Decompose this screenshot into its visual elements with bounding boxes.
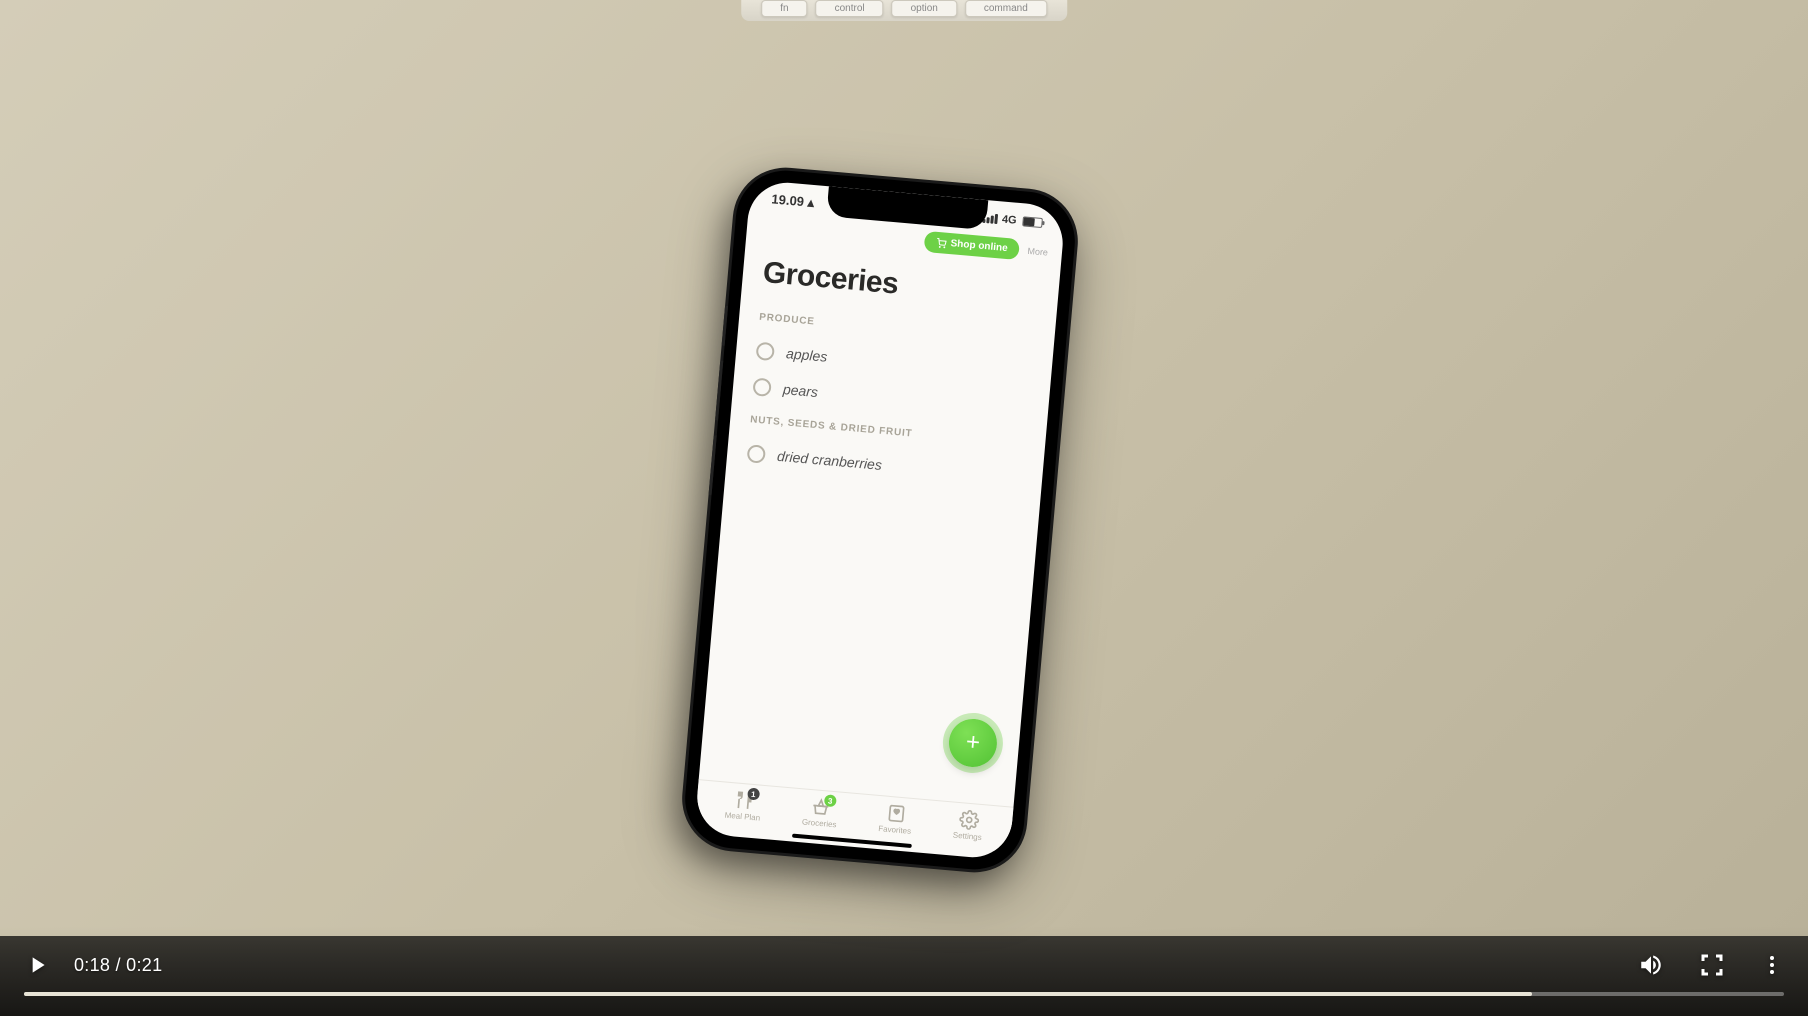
battery-icon (1022, 216, 1043, 228)
badge: 3 (824, 794, 837, 807)
key-control: control (816, 0, 884, 17)
phone-device: 19.09 ▴ 4G Shop online (681, 166, 1079, 873)
volume-icon[interactable] (1638, 952, 1664, 978)
cart-icon (936, 237, 947, 248)
more-icon[interactable] (1760, 953, 1784, 977)
tab-groceries[interactable]: 3 Groceries (802, 795, 839, 829)
utensils-icon: 1 (732, 789, 756, 811)
key-fn: fn (761, 0, 807, 17)
checkbox-icon[interactable] (756, 342, 776, 362)
video-controls: 0:18 / 0:21 (0, 926, 1808, 1016)
heart-icon (884, 803, 908, 825)
phone-side-buttons (722, 306, 728, 346)
video-frame: fn control option command 19.09 ▴ 4G (0, 0, 1808, 1016)
tab-label: Meal Plan (724, 811, 760, 823)
controls-left: 0:18 / 0:21 (24, 952, 162, 978)
shop-online-button[interactable]: Shop online (924, 231, 1021, 260)
key-option: option (892, 0, 957, 17)
gear-icon (957, 809, 981, 831)
tab-meal-plan[interactable]: 1 Meal Plan (724, 789, 762, 823)
tab-label: Settings (952, 831, 982, 842)
progress-bar[interactable] (24, 992, 1784, 996)
item-label: pears (782, 381, 818, 400)
play-icon[interactable] (24, 952, 50, 978)
controls-right (1638, 952, 1784, 978)
checkbox-icon[interactable] (747, 444, 767, 464)
shop-label: Shop online (950, 238, 1008, 254)
checkbox-icon[interactable] (752, 377, 772, 397)
basket-icon: 3 (809, 796, 833, 818)
network-label: 4G (1001, 214, 1017, 227)
item-label: dried cranberries (777, 448, 883, 473)
key-command: command (965, 0, 1047, 17)
tab-favorites[interactable]: Favorites (878, 802, 913, 836)
badge: 1 (747, 788, 760, 801)
keyboard-edge: fn control option command (741, 0, 1067, 21)
progress-fill (24, 992, 1532, 996)
add-button[interactable]: + (947, 717, 999, 769)
time-display: 0:18 / 0:21 (74, 955, 162, 976)
phone-screen: 19.09 ▴ 4G Shop online (694, 179, 1066, 860)
fullscreen-icon[interactable] (1700, 953, 1724, 977)
plus-icon: + (965, 728, 981, 757)
controls-row: 0:18 / 0:21 (24, 952, 1784, 978)
tab-label: Groceries (802, 817, 837, 829)
item-label: apples (785, 345, 828, 365)
status-time: 19.09 ▴ (771, 191, 815, 211)
more-button[interactable]: More (1027, 245, 1048, 257)
status-right: 4G (983, 212, 1044, 229)
tab-settings[interactable]: Settings (952, 809, 983, 842)
tab-label: Favorites (878, 824, 912, 836)
